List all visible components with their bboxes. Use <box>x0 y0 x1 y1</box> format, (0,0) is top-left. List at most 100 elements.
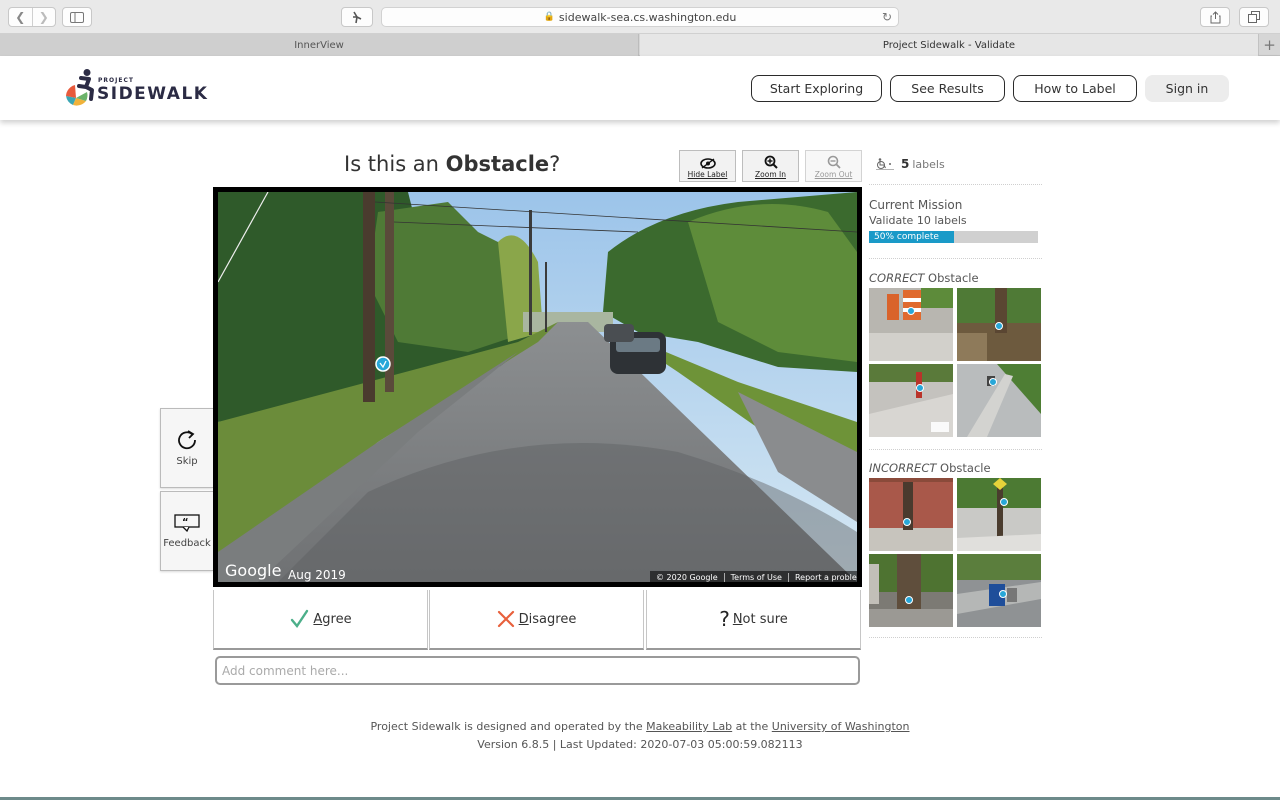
share-icon <box>1210 10 1220 23</box>
reload-icon[interactable]: ↻ <box>882 10 892 24</box>
correct-example-image <box>869 288 953 361</box>
tabs-overview-button[interactable] <box>1239 7 1269 27</box>
site-header: PROJECT SIDEWALK Start Exploring See Res… <box>0 56 1280 120</box>
incorrect-example-image <box>957 478 1041 551</box>
label-count-number: 5 <box>901 157 910 171</box>
uw-link[interactable]: University of Washington <box>772 720 910 733</box>
label-marker-icon <box>1000 498 1008 506</box>
divider <box>869 184 1042 185</box>
incorrect-examples-title: INCORRECT Obstacle <box>869 461 991 475</box>
agree-label: Agree <box>313 611 352 627</box>
url-text: sidewalk-sea.cs.washington.edu <box>558 10 737 24</box>
skip-button[interactable]: Skip <box>160 408 213 488</box>
hide-label-text: Hide Label <box>687 170 728 179</box>
divider <box>869 449 1042 450</box>
history-nav: ❮ ❯ <box>8 7 56 27</box>
not-sure-button[interactable]: ? Not sure <box>646 590 861 650</box>
refresh-icon <box>178 429 196 449</box>
incorrect-example-thumb[interactable] <box>869 478 953 551</box>
accessibility-extension-icon <box>353 11 362 23</box>
browser-toolbar: ❮ ❯ 🔒 sidewalk-sea.cs.washington.edu ↻ <box>0 0 1280 34</box>
street-scene-image <box>218 192 857 582</box>
incorrect-example-image <box>869 554 953 627</box>
svg-text:“: “ <box>182 517 189 528</box>
checkmark-icon <box>291 609 309 629</box>
incorrect-example-thumb[interactable] <box>869 554 953 627</box>
divider <box>869 258 1042 259</box>
progress-text: 50% complete <box>874 232 939 242</box>
zoom-out-text: Zoom Out <box>814 170 853 179</box>
label-marker-icon <box>903 518 911 526</box>
project-sidewalk-logo[interactable]: PROJECT SIDEWALK <box>62 68 212 108</box>
disagree-label: Disagree <box>518 611 577 627</box>
mission-progress-bar: 50% complete <box>869 231 1038 243</box>
incorrect-example-image <box>869 478 953 551</box>
tab-innerview[interactable]: InnerView <box>0 34 639 56</box>
new-tab-icon[interactable]: + <box>1258 34 1280 56</box>
divider <box>869 637 1042 638</box>
hide-label-button[interactable]: Hide Label <box>679 150 736 182</box>
incorrect-example-thumb[interactable] <box>957 478 1041 551</box>
speech-bubble-icon: “ <box>174 513 200 532</box>
pano-copyright: © 2020 Google <box>650 572 725 582</box>
forward-icon[interactable]: ❯ <box>31 8 56 26</box>
share-button[interactable] <box>1200 7 1230 27</box>
pano-date: Aug 2019 <box>288 568 346 582</box>
zoom-in-text: Zoom In <box>755 170 786 179</box>
footer-credit: Project Sidewalk is designed and operate… <box>370 720 910 733</box>
lock-icon: 🔒 <box>543 12 555 22</box>
sidebar-toggle-button[interactable] <box>62 7 92 27</box>
pano-footer: © 2020 Google Terms of Use Report a prob… <box>650 571 857 582</box>
correct-examples-title: CORRECT Obstacle <box>869 271 979 285</box>
sidebar-icon <box>70 11 84 23</box>
mission-title: Current Mission <box>869 198 963 212</box>
feedback-button[interactable]: “ Feedback <box>160 491 213 571</box>
label-count: 5 labels <box>876 157 945 171</box>
zoom-in-button[interactable]: Zoom In <box>742 150 799 182</box>
zoom-out-button[interactable]: Zoom Out <box>805 150 862 182</box>
label-marker-icon <box>916 384 924 392</box>
sign-in-button[interactable]: Sign in <box>1145 75 1229 102</box>
zoom-out-icon <box>827 155 841 169</box>
makeability-lab-link[interactable]: Makeability Lab <box>646 720 732 733</box>
logo-big-text: SIDEWALK <box>97 84 209 104</box>
correct-example-thumb[interactable] <box>957 364 1041 437</box>
incorrect-example-thumb[interactable] <box>957 554 1041 627</box>
title-prefix: Is this an <box>344 152 446 176</box>
correct-example-image <box>957 364 1041 437</box>
footer-version: Version 6.8.5 | Last Updated: 2020-07-03… <box>477 738 803 751</box>
extension-button[interactable] <box>341 7 373 27</box>
logo-small-text: PROJECT <box>98 77 134 84</box>
zoom-in-icon <box>764 155 778 169</box>
label-marker-icon <box>907 307 915 315</box>
report-problem-link[interactable]: Report a problem <box>789 573 857 582</box>
skip-label: Skip <box>176 455 198 467</box>
agree-button[interactable]: Agree <box>213 590 428 650</box>
label-marker-icon <box>995 322 1003 330</box>
terms-link[interactable]: Terms of Use <box>725 572 789 582</box>
google-logo: Google <box>225 561 282 580</box>
correct-example-image <box>869 364 953 437</box>
question-mark-icon: ? <box>719 607 730 631</box>
tabs-icon <box>1248 11 1260 23</box>
address-bar[interactable]: 🔒 sidewalk-sea.cs.washington.edu ↻ <box>381 7 899 27</box>
title-label-type: Obstacle <box>445 152 550 176</box>
back-icon[interactable]: ❮ <box>9 8 32 26</box>
label-marker-icon <box>999 590 1007 598</box>
tab-project-sidewalk[interactable]: Project Sidewalk - Validate <box>640 34 1258 56</box>
comment-input[interactable] <box>215 656 860 685</box>
wheelchair-icon <box>876 158 894 170</box>
label-marker-icon <box>989 378 997 386</box>
how-to-label-button[interactable]: How to Label <box>1013 75 1137 102</box>
disagree-button[interactable]: Disagree <box>429 590 644 650</box>
see-results-button[interactable]: See Results <box>890 75 1005 102</box>
street-view-panorama[interactable]: Google Aug 2019 © 2020 Google Terms of U… <box>213 187 862 587</box>
correct-example-thumb[interactable] <box>869 288 953 361</box>
correct-example-thumb[interactable] <box>869 364 953 437</box>
correct-example-thumb[interactable] <box>957 288 1041 361</box>
mission-subtitle: Validate 10 labels <box>869 214 967 227</box>
page-title: Is this an Obstacle? <box>344 152 560 176</box>
start-exploring-button[interactable]: Start Exploring <box>751 75 882 102</box>
logo-mark-icon <box>66 69 94 106</box>
panorama-image[interactable]: Google Aug 2019 © 2020 Google Terms of U… <box>218 192 857 582</box>
